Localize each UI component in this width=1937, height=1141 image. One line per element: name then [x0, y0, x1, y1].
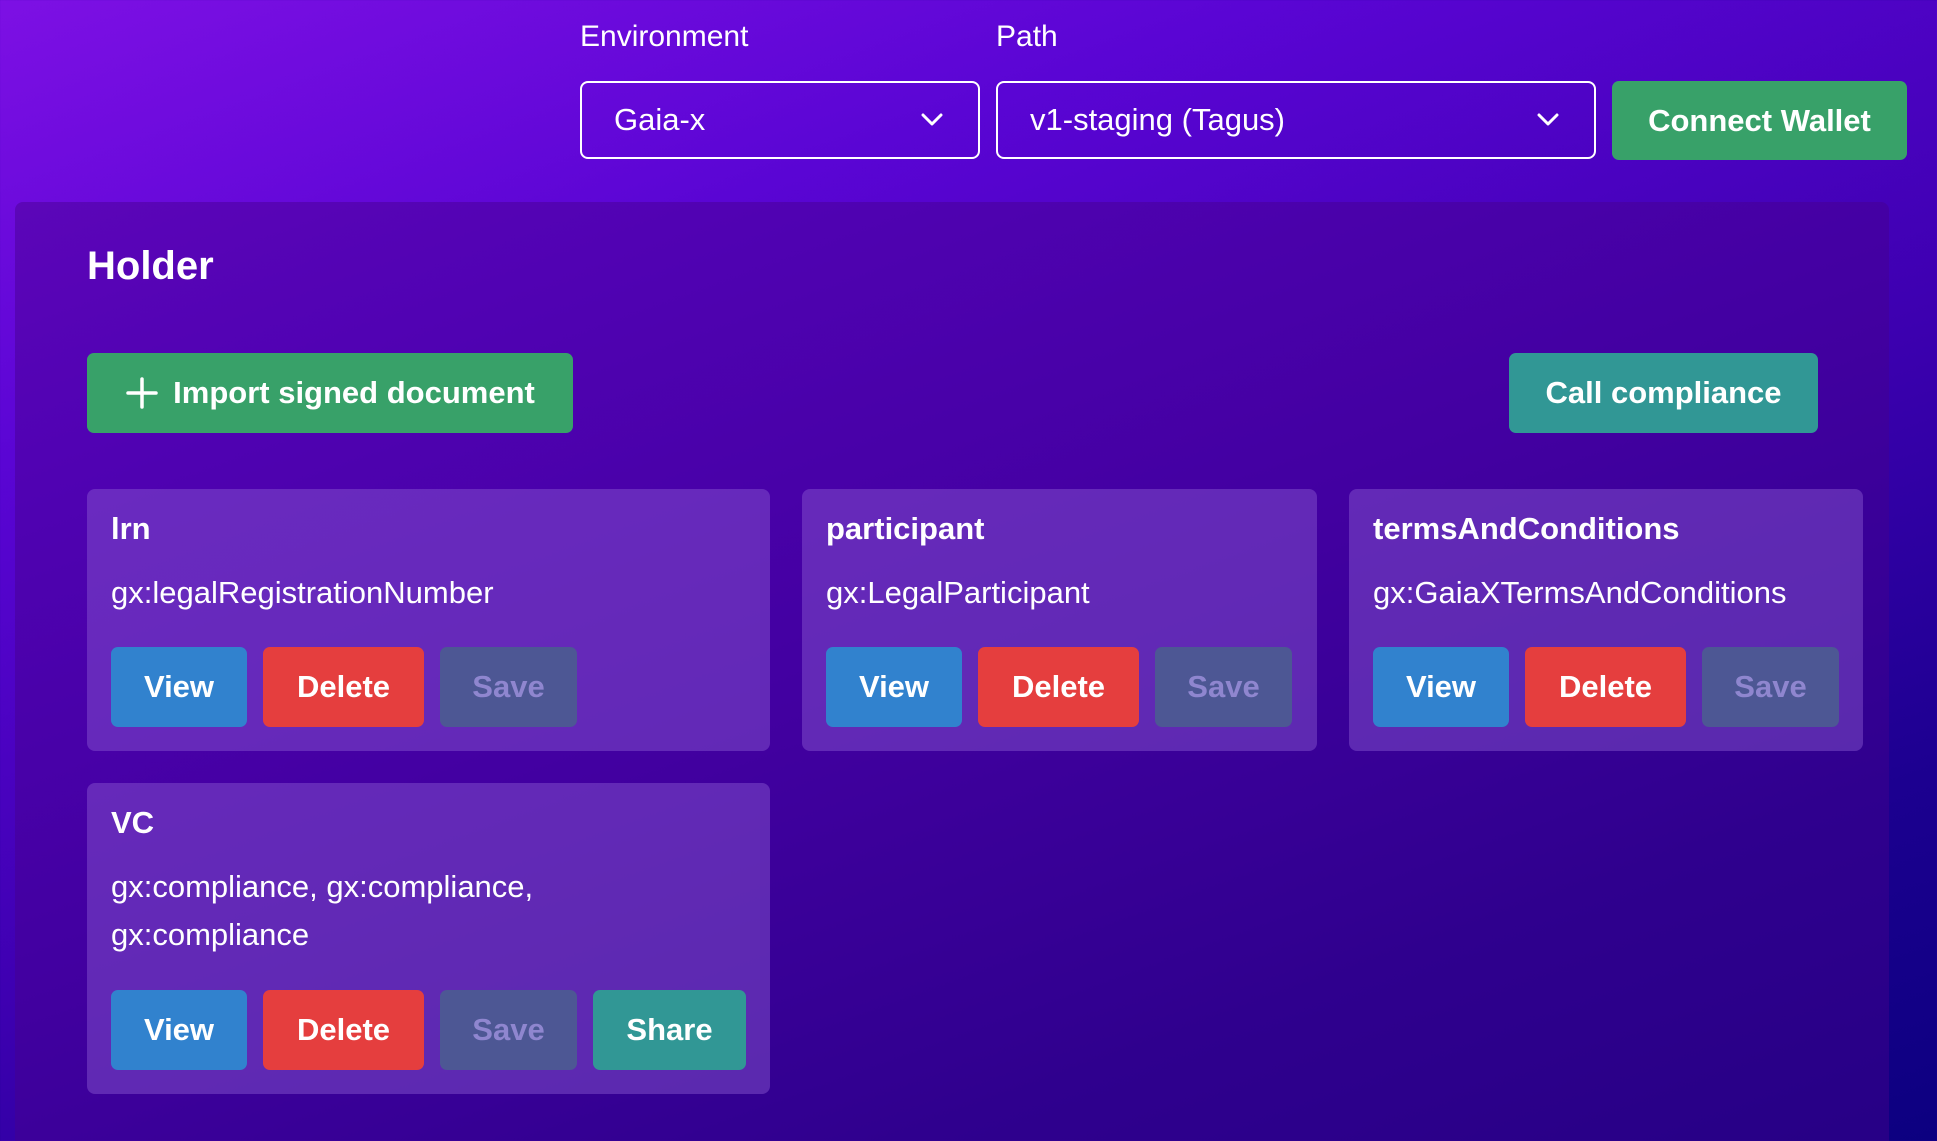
view-button[interactable]: View [111, 990, 247, 1070]
top-bar: Environment Gaia-x Path v1-staging (Tagu… [0, 0, 1937, 200]
chevron-down-icon [1534, 106, 1562, 134]
import-button-label: Import signed document [173, 375, 535, 410]
card-title: termsAndConditions [1373, 511, 1680, 546]
card-title: VC [111, 805, 155, 840]
view-button[interactable]: View [1373, 647, 1509, 727]
path-select[interactable]: v1-staging (Tagus) [996, 81, 1596, 159]
document-card-terms-and-conditions: termsAndConditions gx:GaiaXTermsAndCondi… [1349, 489, 1863, 751]
environment-label: Environment [580, 20, 749, 53]
document-card-lrn: lrn gx:legalRegistrationNumber View Dele… [87, 489, 770, 751]
share-button[interactable]: Share [593, 990, 746, 1070]
card-title: participant [826, 511, 985, 546]
chevron-down-icon [918, 106, 946, 134]
card-actions: View Delete Save Share [111, 990, 746, 1070]
call-compliance-button[interactable]: Call compliance [1509, 353, 1818, 433]
delete-button[interactable]: Delete [1525, 647, 1686, 727]
card-actions: View Delete Save [826, 647, 1292, 727]
delete-button[interactable]: Delete [263, 990, 424, 1070]
card-types: gx:compliance, gx:compliance, gx:complia… [111, 869, 534, 952]
card-actions: View Delete Save [111, 647, 577, 727]
card-actions: View Delete Save [1373, 647, 1839, 727]
import-signed-document-button[interactable]: Import signed document [87, 353, 573, 433]
save-button[interactable]: Save [1702, 647, 1839, 727]
page-title: Holder [87, 244, 214, 288]
card-types: gx:GaiaXTermsAndConditions [1373, 575, 1787, 610]
delete-button[interactable]: Delete [978, 647, 1139, 727]
document-card-vc: VC gx:compliance, gx:compliance, gx:comp… [87, 783, 770, 1094]
environment-select[interactable]: Gaia-x [580, 81, 980, 159]
card-types: gx:LegalParticipant [826, 575, 1090, 610]
path-label: Path [996, 20, 1058, 53]
save-button[interactable]: Save [440, 647, 577, 727]
view-button[interactable]: View [826, 647, 962, 727]
card-title: lrn [111, 511, 151, 546]
save-button[interactable]: Save [440, 990, 577, 1070]
card-types: gx:legalRegistrationNumber [111, 575, 494, 610]
plus-icon [125, 376, 159, 410]
document-card-participant: participant gx:LegalParticipant View Del… [802, 489, 1317, 751]
connect-wallet-button[interactable]: Connect Wallet [1612, 81, 1907, 160]
path-select-value: v1-staging (Tagus) [1030, 102, 1286, 137]
environment-select-value: Gaia-x [614, 102, 706, 137]
save-button[interactable]: Save [1155, 647, 1292, 727]
view-button[interactable]: View [111, 647, 247, 727]
delete-button[interactable]: Delete [263, 647, 424, 727]
